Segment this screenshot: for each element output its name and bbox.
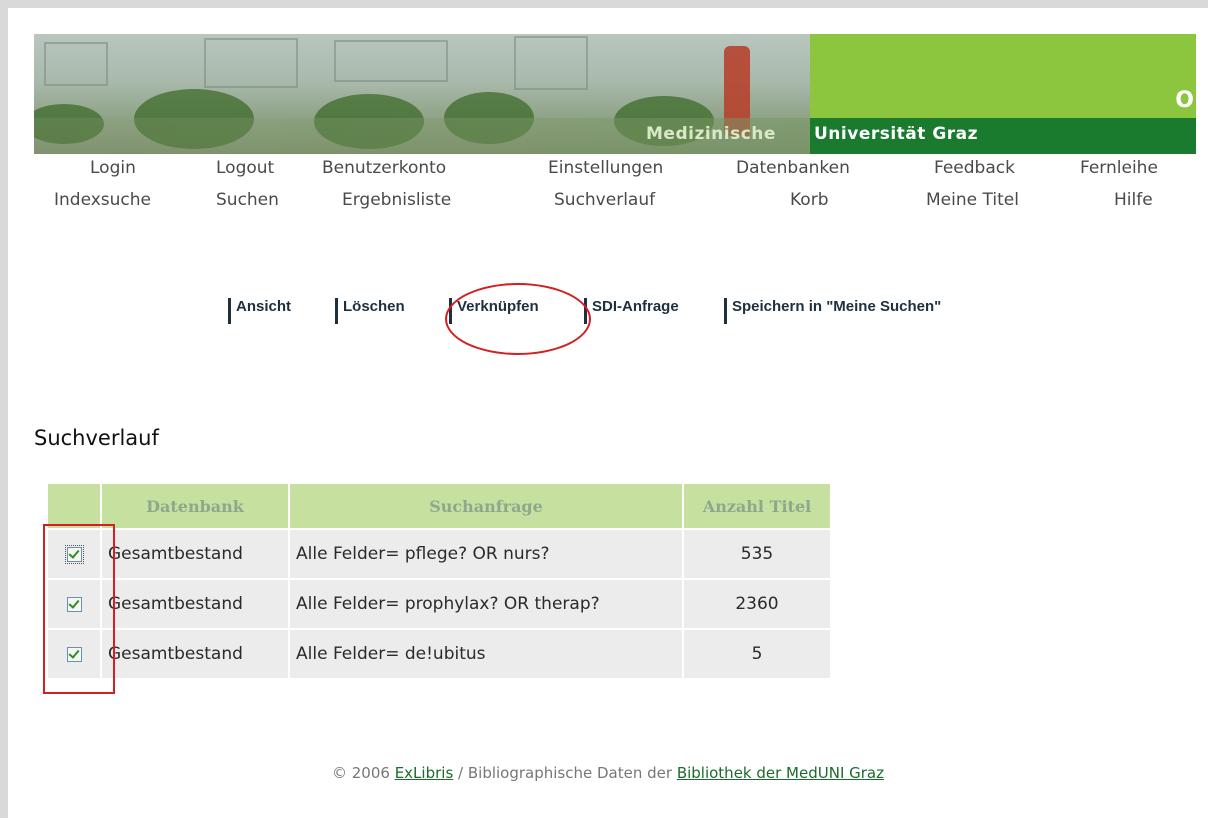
cell-suchanfrage[interactable]: Alle Felder= pflege? OR nurs? bbox=[290, 530, 682, 578]
checkbox-highlight-box bbox=[43, 524, 115, 694]
footer-middle-text: / Bibliographische Daten der bbox=[453, 764, 677, 782]
nav-korb[interactable]: Korb bbox=[790, 190, 828, 210]
search-history-table: Datenbank Suchanfrage Anzahl Titel Gesam… bbox=[46, 482, 832, 680]
nav-ergebnisliste[interactable]: Ergebnisliste bbox=[342, 190, 451, 210]
nav-suchen[interactable]: Suchen bbox=[216, 190, 279, 210]
nav-datenbanken[interactable]: Datenbanken bbox=[736, 158, 850, 178]
cell-datenbank: Gesamtbestand bbox=[102, 630, 288, 678]
action-speichern-meine-suchen[interactable]: Speichern in "Meine Suchen" bbox=[724, 298, 941, 324]
table-row: Gesamtbestand Alle Felder= de!ubitus 5 bbox=[48, 630, 830, 678]
page-title: Suchverlauf bbox=[34, 426, 159, 450]
header-banner: Medizinische Universität Graz O bbox=[34, 34, 1196, 154]
footer: © 2006 ExLibris / Bibliographische Daten… bbox=[8, 764, 1208, 782]
verknuepfen-highlight-circle bbox=[445, 283, 591, 355]
header-checkbox-col bbox=[48, 484, 100, 528]
footer-exlibris-link[interactable]: ExLibris bbox=[395, 764, 454, 782]
table-header-row: Datenbank Suchanfrage Anzahl Titel bbox=[48, 484, 830, 528]
cell-suchanfrage[interactable]: Alle Felder= de!ubitus bbox=[290, 630, 682, 678]
footer-copyright: © 2006 bbox=[331, 764, 395, 782]
nav-suchverlauf[interactable]: Suchverlauf bbox=[554, 190, 655, 210]
action-ansicht[interactable]: Ansicht bbox=[228, 298, 291, 324]
nav-meine-titel[interactable]: Meine Titel bbox=[926, 190, 1019, 210]
cell-anzahl[interactable]: 5 bbox=[684, 630, 830, 678]
nav-login[interactable]: Login bbox=[90, 158, 136, 178]
cell-anzahl[interactable]: 2360 bbox=[684, 580, 830, 628]
table-row: Gesamtbestand Alle Felder= prophylax? OR… bbox=[48, 580, 830, 628]
cell-anzahl[interactable]: 535 bbox=[684, 530, 830, 578]
cell-suchanfrage[interactable]: Alle Felder= prophylax? OR therap? bbox=[290, 580, 682, 628]
nav-row-1: Login Logout Benutzerkonto Einstellungen… bbox=[8, 158, 1208, 184]
page-frame: Medizinische Universität Graz O Login Lo… bbox=[8, 8, 1208, 818]
nav-benutzerkonto[interactable]: Benutzerkonto bbox=[322, 158, 446, 178]
cell-datenbank: Gesamtbestand bbox=[102, 530, 288, 578]
header-suchanfrage: Suchanfrage bbox=[290, 484, 682, 528]
nav-fernleihe[interactable]: Fernleihe bbox=[1080, 158, 1158, 178]
action-loeschen[interactable]: Löschen bbox=[335, 298, 405, 324]
banner-subtitle-medizinische: Medizinische bbox=[646, 124, 776, 144]
nav-einstellungen[interactable]: Einstellungen bbox=[548, 158, 663, 178]
nav-hilfe[interactable]: Hilfe bbox=[1114, 190, 1153, 210]
header-anzahl-titel: Anzahl Titel bbox=[684, 484, 830, 528]
nav-row-2: Indexsuche Suchen Ergebnisliste Suchverl… bbox=[8, 190, 1208, 216]
nav-feedback[interactable]: Feedback bbox=[934, 158, 1015, 178]
banner-subtitle-university: Universität Graz bbox=[814, 124, 979, 144]
table-row: Gesamtbestand Alle Felder= pflege? OR nu… bbox=[48, 530, 830, 578]
banner-cut-text: O bbox=[1175, 88, 1194, 113]
action-sdi-anfrage[interactable]: SDI-Anfrage bbox=[584, 298, 679, 324]
header-datenbank: Datenbank bbox=[102, 484, 288, 528]
nav-indexsuche[interactable]: Indexsuche bbox=[54, 190, 151, 210]
nav-logout[interactable]: Logout bbox=[216, 158, 274, 178]
cell-datenbank: Gesamtbestand bbox=[102, 580, 288, 628]
footer-library-link[interactable]: Bibliothek der MedUNI Graz bbox=[677, 764, 884, 782]
